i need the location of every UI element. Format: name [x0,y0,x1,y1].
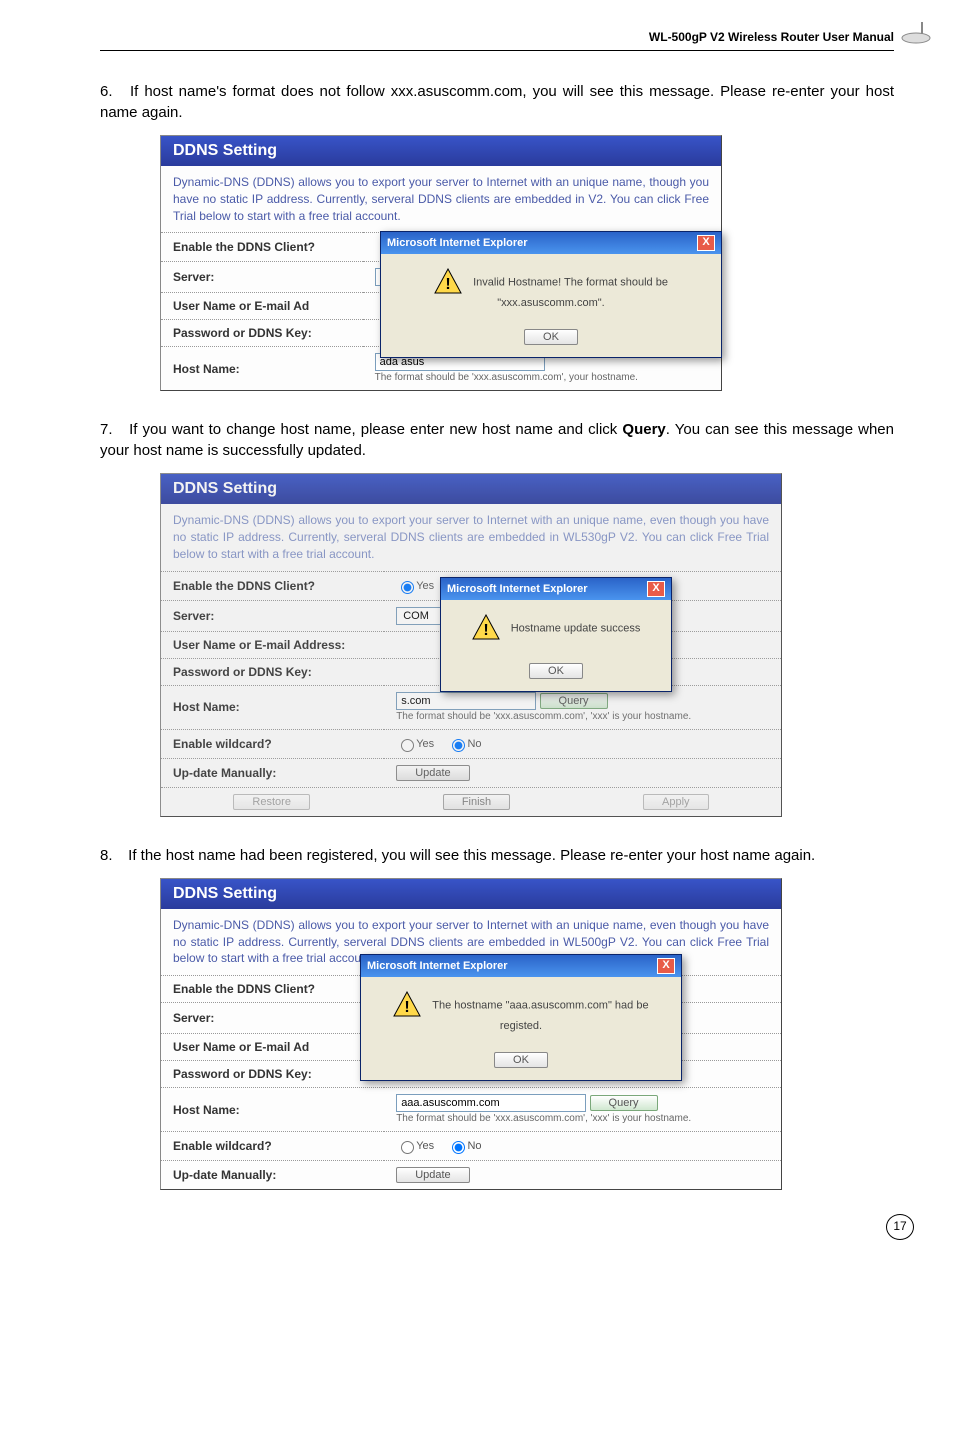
close-icon[interactable]: X [697,235,715,251]
ie-msg-3: The hostname "aaa.asuscomm.com" had be r… [432,999,648,1032]
update-label-3: Up-date Manually: [161,1161,384,1190]
query-button-3[interactable]: Query [590,1095,658,1111]
step-8-body: If the host name had been registered, yo… [128,847,815,864]
user-label-3: User Name or E-mail Ad [161,1034,384,1061]
host-label-2: Host Name: [161,685,384,729]
pass-label-3: Password or DDNS Key: [161,1061,384,1088]
ok-button-1[interactable]: OK [524,329,578,345]
update-button-3[interactable]: Update [396,1167,469,1183]
host-hint-1: The format should be 'xxx.asuscomm.com',… [375,371,709,384]
wildcard-label-3: Enable wildcard? [161,1132,384,1161]
enable-label-3: Enable the DDNS Client? [161,976,384,1003]
svg-text:!: ! [445,276,450,293]
user-label-2: User Name or E-mail Address: [161,631,384,658]
page-header: WL-500gP V2 Wireless Router User Manual [100,30,894,51]
warning-icon-2: ! [472,614,500,643]
enable-label-2: Enable the DDNS Client? [161,571,384,600]
ddns-desc-2: Dynamic-DNS (DDNS) allows you to export … [161,504,781,570]
ddns-panel-title-2: DDNS Setting [161,474,781,504]
restore-button[interactable]: Restore [233,794,310,810]
wild-no-label: No [467,738,481,750]
step-7-num: 7. [100,419,124,440]
wild-no-label-3: No [467,1140,481,1152]
ie-dialog-2: Microsoft Internet Explorer X ! Hostname… [440,577,672,692]
step-8-text: 8. If the host name had been registered,… [100,845,894,866]
host-label-3: Host Name: [161,1088,384,1132]
server-label-3: Server: [161,1003,384,1034]
ie-titlebar-3: Microsoft Internet Explorer X [361,955,681,977]
host-input-3[interactable] [396,1094,586,1112]
close-icon-2[interactable]: X [647,581,665,597]
warning-icon-3: ! [393,991,421,1020]
server-label: Server: [161,262,363,293]
update-label-2: Up-date Manually: [161,758,384,787]
ddns-panel-title-3: DDNS Setting [161,879,781,909]
close-icon-3[interactable]: X [657,958,675,974]
step-8-num: 8. [100,845,124,866]
router-icon [898,18,934,46]
step-6-body: If host name's format does not follow xx… [100,83,894,121]
wildcard-yes-radio-3[interactable] [401,1141,414,1154]
enable-yes-radio-2[interactable] [401,581,414,594]
host-hint-3: The format should be 'xxx.asuscomm.com',… [396,1112,769,1125]
step-7-text: 7. If you want to change host name, plea… [100,419,894,461]
step-7-a: If you want to change host name, please … [129,421,622,438]
step-6-text: 6. If host name's format does not follow… [100,81,894,123]
user-label-1: User Name or E-mail Ad [161,293,363,320]
apply-button[interactable]: Apply [643,794,709,810]
ie-msg-1: Invalid Hostname! The format should be "… [473,276,668,309]
ok-button-2[interactable]: OK [529,663,583,679]
host-input-2[interactable] [396,692,536,710]
ie-msg-2: Hostname update success [511,623,641,635]
enable-label: Enable the DDNS Client? [161,233,363,262]
ie-title-2: Microsoft Internet Explorer [447,583,588,595]
wild-yes-label-3: Yes [416,1140,434,1152]
ok-button-3[interactable]: OK [494,1052,548,1068]
wildcard-yes-radio[interactable] [401,739,414,752]
ie-dialog-3: Microsoft Internet Explorer X ! The host… [360,954,682,1081]
page-number: 17 [886,1214,914,1240]
ie-titlebar-1: Microsoft Internet Explorer X [381,232,721,254]
wildcard-label-2: Enable wildcard? [161,729,384,758]
ie-dialog-1: Microsoft Internet Explorer X ! Invalid … [380,231,722,358]
ddns-panel-title: DDNS Setting [161,136,721,166]
svg-text:!: ! [483,622,488,639]
host-label-1: Host Name: [161,347,363,391]
ie-title-1: Microsoft Internet Explorer [387,237,528,249]
query-button[interactable]: Query [540,693,608,709]
ie-titlebar-2: Microsoft Internet Explorer X [441,578,671,600]
step-6-num: 6. [100,81,124,102]
yes-label-2: Yes [416,580,434,592]
wildcard-no-radio-3[interactable] [452,1141,465,1154]
finish-button[interactable]: Finish [443,794,510,810]
svg-text:!: ! [405,999,410,1016]
host-hint-2: The format should be 'xxx.asuscomm.com',… [396,710,769,723]
update-button-2[interactable]: Update [396,765,469,781]
header-title: WL-500gP V2 Wireless Router User Manual [649,30,894,44]
ie-title-3: Microsoft Internet Explorer [367,960,508,972]
wildcard-no-radio[interactable] [452,739,465,752]
server-label-2: Server: [161,600,384,631]
step-7-bold: Query [622,421,665,438]
ddns-desc-1: Dynamic-DNS (DDNS) allows you to export … [161,166,721,232]
pass-label-2: Password or DDNS Key: [161,658,384,685]
warning-icon: ! [434,268,462,297]
pass-label-1: Password or DDNS Key: [161,320,363,347]
wild-yes-label: Yes [416,738,434,750]
